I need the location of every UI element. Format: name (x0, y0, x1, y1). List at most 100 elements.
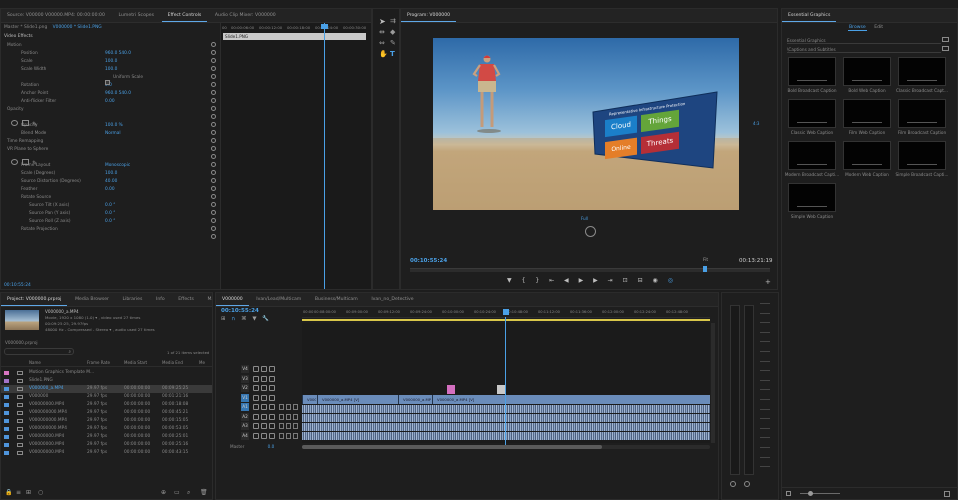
a2-track[interactable] (302, 414, 710, 422)
project-item-row[interactable]: V00000000.MP4 29.97 fps 00:00:00:00 00:00:4… (1, 449, 212, 457)
timeline-timecode[interactable]: 00:10:55:24 (221, 308, 259, 314)
effect-property-value[interactable]: 40.00 (105, 178, 117, 186)
voice-over-icon[interactable] (293, 404, 298, 410)
label-color-swatch[interactable] (4, 435, 9, 439)
ripple-edit-tool-icon[interactable]: ⇹ (379, 28, 385, 36)
eg-folder-icon[interactable] (942, 37, 949, 42)
find-icon[interactable]: ⌕ (187, 489, 190, 497)
effect-property-value[interactable]: 0.00 (105, 186, 115, 194)
reset-parameter-icon[interactable] (211, 178, 216, 183)
label-color-swatch[interactable] (4, 395, 9, 399)
tab-sequence-main[interactable]: V000000 (216, 293, 249, 306)
reset-parameter-icon[interactable] (211, 218, 216, 223)
program-scrub-bar[interactable] (410, 268, 770, 272)
reset-parameter-icon[interactable] (211, 210, 216, 215)
button-editor-plus-icon[interactable]: + (765, 278, 771, 286)
track-label[interactable]: A1 (241, 403, 249, 411)
tab-browse[interactable]: Browse (848, 25, 867, 31)
track-label[interactable]: V1 (241, 393, 249, 402)
pen-mask-icon[interactable]: ✎ (32, 161, 39, 167)
lock-icon[interactable] (253, 375, 259, 382)
effect-property-value[interactable]: 100.0 (105, 170, 117, 178)
comparison-view-icon[interactable]: ◎ (668, 277, 673, 284)
effect-property-value[interactable]: 0.0 ° (105, 218, 115, 226)
program-video-frame[interactable]: Representative Infrastructure Protection… (433, 38, 739, 210)
reset-parameter-icon[interactable] (211, 202, 216, 207)
tab-libraries[interactable]: Libraries (117, 293, 149, 306)
caption-template-thumbnail[interactable] (843, 141, 891, 170)
mark-in-icon[interactable]: { (522, 277, 526, 284)
sync-lock-icon[interactable] (261, 423, 267, 429)
new-bin-icon[interactable]: ▭ (174, 489, 180, 496)
play-icon[interactable]: ▶ (579, 277, 584, 284)
label-color-swatch[interactable] (4, 443, 9, 447)
mini-playhead-handle[interactable] (321, 24, 328, 29)
linked-selection-icon[interactable]: ⌘ (241, 316, 247, 322)
track-select-tool-icon[interactable]: ⇉ (390, 17, 396, 25)
reset-parameter-icon[interactable] (211, 162, 216, 167)
reset-parameter-icon[interactable] (211, 138, 216, 143)
reset-parameter-icon[interactable] (211, 98, 216, 103)
label-color-swatch[interactable] (4, 387, 9, 391)
project-item-row[interactable]: V000000_a.MP4 29.97 fps 00:00:00:00 00:09:2… (1, 385, 212, 393)
effect-property-value[interactable]: 960.0 540.0 (105, 50, 131, 58)
tab-effects[interactable]: Effects (172, 293, 200, 306)
mini-timeline-ruler[interactable]: 00 00:00:06:00 00:00:12:00 00:00:18:00 00:00… (221, 23, 371, 32)
program-fit-dropdown[interactable]: Fit (703, 258, 708, 263)
reset-parameter-icon[interactable] (211, 226, 216, 231)
reset-parameter-icon[interactable] (211, 122, 216, 127)
lock-icon[interactable] (253, 413, 259, 420)
toggle-output-icon[interactable] (269, 366, 275, 372)
clip-label[interactable]: V000000 * Slide1.PNG (53, 25, 102, 30)
a1-track[interactable] (302, 405, 710, 413)
reset-parameter-icon[interactable] (211, 130, 216, 135)
sync-lock-icon[interactable] (261, 404, 267, 410)
reset-parameter-icon[interactable] (211, 50, 216, 55)
caption-template-thumbnail[interactable] (788, 183, 836, 212)
timeline-playhead[interactable] (505, 317, 506, 447)
col-frame-rate[interactable]: Frame Rate (87, 360, 110, 365)
timeline-h-scrollbar[interactable] (302, 445, 710, 449)
go-to-in-icon[interactable]: ⇤ (549, 277, 554, 284)
reset-parameter-icon[interactable] (211, 66, 216, 71)
track-label[interactable]: V3 (241, 374, 249, 383)
effect-property-value[interactable]: 0.0 ° (105, 210, 115, 218)
track-area[interactable]: V000000_a.MP4 [V] V000000_a.MP4 [V] V00000… (302, 317, 710, 447)
mute-icon[interactable] (279, 404, 284, 410)
track-label[interactable]: A2 (241, 412, 249, 421)
add-marker-icon[interactable]: ▼ (252, 316, 256, 322)
effect-property-value[interactable]: Monoscopic (105, 162, 130, 170)
sync-lock-icon[interactable] (261, 432, 267, 439)
mute-icon[interactable] (279, 423, 284, 429)
mute-icon[interactable] (279, 413, 284, 420)
master-value[interactable]: 0.0 (268, 444, 275, 449)
tab-sequence-4[interactable]: Ivan_no_Detective (365, 293, 419, 306)
tab-lumetri-scopes[interactable]: Lumetri Scopes (113, 9, 161, 22)
reset-parameter-icon[interactable] (211, 106, 216, 111)
effect-property-value[interactable]: 100.0 (105, 58, 117, 66)
reset-parameter-icon[interactable] (211, 90, 216, 95)
effect-property-value[interactable]: Normal (105, 130, 121, 138)
uniform-scale-checkbox[interactable] (105, 80, 110, 85)
solo-left-icon[interactable] (730, 481, 736, 487)
caption-template-thumbnail[interactable] (788, 57, 836, 86)
sync-lock-icon[interactable] (261, 385, 267, 391)
caption-template-thumbnail[interactable] (788, 99, 836, 128)
voice-over-icon[interactable] (293, 423, 298, 429)
project-item-row[interactable]: Motion Graphics Template M... (1, 369, 212, 377)
tab-sequence-3[interactable]: Business/Multicam (309, 293, 364, 306)
project-preview-thumbnail[interactable] (5, 310, 39, 330)
project-item-row[interactable]: Slide1.PNG (1, 377, 212, 385)
effect-controls-timecode[interactable]: 00:10:55:24 (4, 283, 31, 288)
eg-zoom-slider[interactable] (800, 493, 840, 494)
toggle-output-icon[interactable] (269, 394, 275, 401)
col-media-other[interactable]: Me (199, 360, 205, 365)
slip-tool-icon[interactable]: ⇔ (379, 39, 385, 47)
track-label[interactable]: V4 (241, 365, 249, 373)
rectangle-mask-icon[interactable] (21, 159, 29, 165)
track-label[interactable]: V2 (241, 384, 249, 392)
reset-parameter-icon[interactable] (211, 58, 216, 63)
reset-parameter-icon[interactable] (211, 42, 216, 47)
toggle-output-icon[interactable] (269, 413, 275, 420)
v1-clip[interactable]: V000000_a.MP4 [V] (432, 395, 709, 404)
